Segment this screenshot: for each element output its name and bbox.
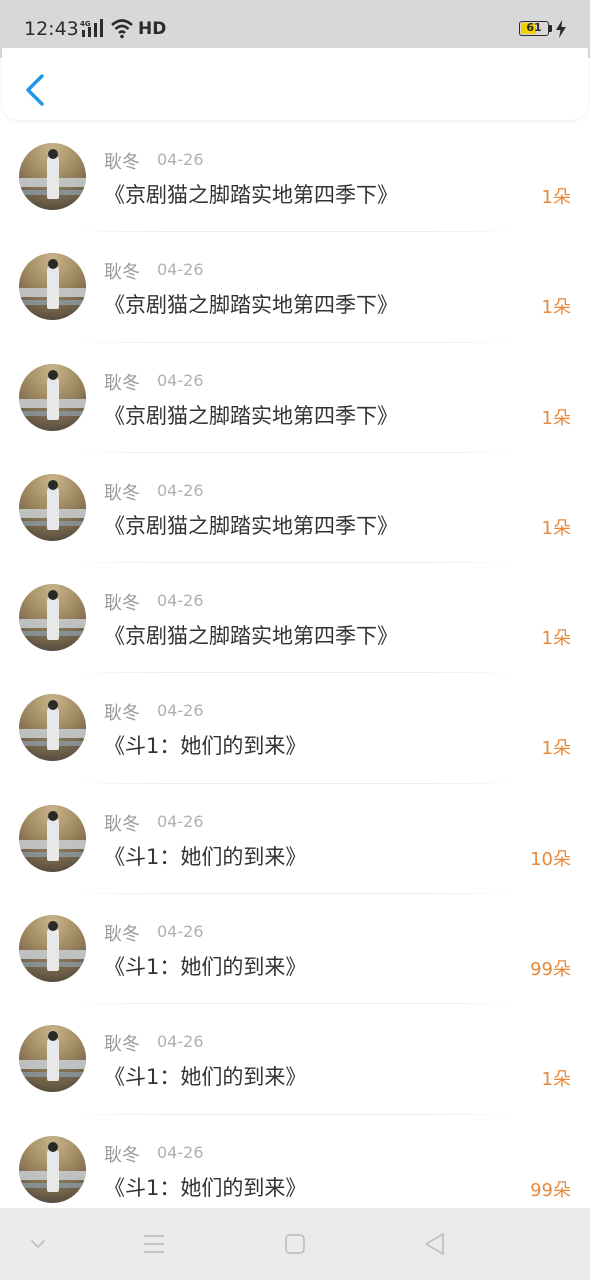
battery-icon: 61 bbox=[519, 21, 549, 36]
charging-bolt-icon bbox=[556, 20, 566, 38]
record-date: 04-26 bbox=[157, 370, 204, 390]
sender-name: 耿冬 bbox=[104, 152, 140, 173]
avatar[interactable] bbox=[19, 473, 86, 541]
system-nav-bar bbox=[0, 1208, 590, 1280]
sender-name: 耿冬 bbox=[104, 813, 140, 835]
list-item[interactable]: 耿冬 04-26 《京剧猫之脚踏实地第四季下》 1朵 bbox=[0, 343, 590, 453]
flower-amount: 1朵 bbox=[541, 517, 571, 539]
gift-record-list: 耿冬 04-26 《京剧猫之脚踏实地第四季下》 1朵 耿冬 04-26 《京剧猫… bbox=[0, 122, 590, 1225]
work-title: 《斗1：她们的到来》 bbox=[104, 734, 307, 759]
sender-name: 耿冬 bbox=[104, 372, 140, 394]
avatar[interactable] bbox=[19, 253, 86, 321]
battery-cap bbox=[549, 25, 552, 32]
avatar[interactable] bbox=[19, 1135, 86, 1203]
flower-amount: 10朵 bbox=[530, 848, 571, 870]
record-date: 04-26 bbox=[157, 811, 204, 831]
battery-percent: 61 bbox=[526, 21, 542, 34]
sender-name: 耿冬 bbox=[104, 703, 140, 725]
flower-amount: 1朵 bbox=[541, 738, 571, 760]
sender-name: 耿冬 bbox=[104, 482, 140, 504]
menu-icon[interactable] bbox=[140, 1230, 168, 1258]
sender-name: 耿冬 bbox=[104, 1144, 140, 1166]
record-date: 04-26 bbox=[157, 150, 204, 169]
record-date: 04-26 bbox=[157, 1032, 204, 1052]
top-app-bar bbox=[2, 48, 588, 120]
list-item[interactable]: 耿冬 04-26 《斗1：她们的到来》 10朵 bbox=[0, 784, 590, 895]
list-item[interactable]: 耿冬 04-26 《京剧猫之脚踏实地第四季下》 1朵 bbox=[0, 453, 590, 564]
wifi-icon bbox=[111, 19, 133, 39]
avatar[interactable] bbox=[19, 363, 86, 431]
chevron-left-icon bbox=[26, 74, 44, 106]
work-title: 《斗1：她们的到来》 bbox=[104, 1065, 307, 1090]
list-item[interactable]: 耿冬 04-26 《斗1：她们的到来》 1朵 bbox=[0, 1004, 590, 1115]
list-item[interactable]: 耿冬 04-26 《斗1：她们的到来》 1朵 bbox=[0, 673, 590, 784]
avatar[interactable] bbox=[19, 1025, 86, 1093]
list-item[interactable]: 耿冬 04-26 《斗1：她们的到来》 99朵 bbox=[0, 894, 590, 1005]
avatar[interactable] bbox=[19, 143, 86, 210]
work-title: 《京剧猫之脚踏实地第四季下》 bbox=[104, 183, 398, 207]
back-button[interactable] bbox=[20, 72, 48, 108]
flower-amount: 99朵 bbox=[530, 1179, 571, 1201]
list-item[interactable]: 耿冬 04-26 《京剧猫之脚踏实地第四季下》 1朵 bbox=[0, 232, 590, 343]
back-triangle-icon[interactable] bbox=[421, 1230, 449, 1258]
work-title: 《斗1：她们的到来》 bbox=[104, 1175, 307, 1200]
work-title: 《京剧猫之脚踏实地第四季下》 bbox=[104, 624, 398, 649]
hd-indicator: HD bbox=[138, 19, 167, 39]
flower-amount: 1朵 bbox=[541, 297, 571, 319]
avatar[interactable] bbox=[19, 694, 86, 762]
flower-amount: 99朵 bbox=[530, 959, 571, 981]
work-title: 《斗1：她们的到来》 bbox=[104, 844, 307, 869]
record-date: 04-26 bbox=[157, 480, 204, 500]
flower-amount: 1朵 bbox=[541, 1069, 571, 1091]
flower-amount: 1朵 bbox=[541, 187, 571, 208]
sender-name: 耿冬 bbox=[104, 924, 140, 946]
network-type-label: 4G bbox=[80, 20, 91, 28]
avatar[interactable] bbox=[19, 915, 86, 983]
avatar[interactable] bbox=[19, 804, 86, 872]
list-item[interactable]: 耿冬 04-26 《京剧猫之脚踏实地第四季下》 1朵 bbox=[0, 563, 590, 674]
list-item[interactable]: 耿冬 04-26 《京剧猫之脚踏实地第四季下》 1朵 bbox=[0, 122, 590, 233]
cellular-signal-icon: 4G bbox=[80, 19, 103, 37]
flower-amount: 1朵 bbox=[541, 407, 571, 429]
sender-name: 耿冬 bbox=[104, 1034, 140, 1056]
home-square-icon[interactable] bbox=[281, 1230, 309, 1258]
work-title: 《斗1：她们的到来》 bbox=[104, 955, 307, 980]
record-date: 04-26 bbox=[157, 1142, 204, 1162]
record-date: 04-26 bbox=[157, 260, 204, 280]
avatar[interactable] bbox=[19, 584, 86, 652]
record-date: 04-26 bbox=[157, 701, 204, 721]
sender-name: 耿冬 bbox=[104, 262, 140, 284]
work-title: 《京剧猫之脚踏实地第四季下》 bbox=[104, 293, 398, 318]
chevron-down-icon[interactable] bbox=[24, 1230, 52, 1258]
sender-name: 耿冬 bbox=[104, 593, 140, 615]
flower-amount: 1朵 bbox=[541, 628, 571, 650]
status-time: 12:43 bbox=[24, 18, 79, 40]
record-date: 04-26 bbox=[157, 922, 204, 942]
work-title: 《京剧猫之脚踏实地第四季下》 bbox=[104, 513, 398, 538]
record-date: 04-26 bbox=[157, 591, 204, 611]
work-title: 《京剧猫之脚踏实地第四季下》 bbox=[104, 403, 398, 428]
